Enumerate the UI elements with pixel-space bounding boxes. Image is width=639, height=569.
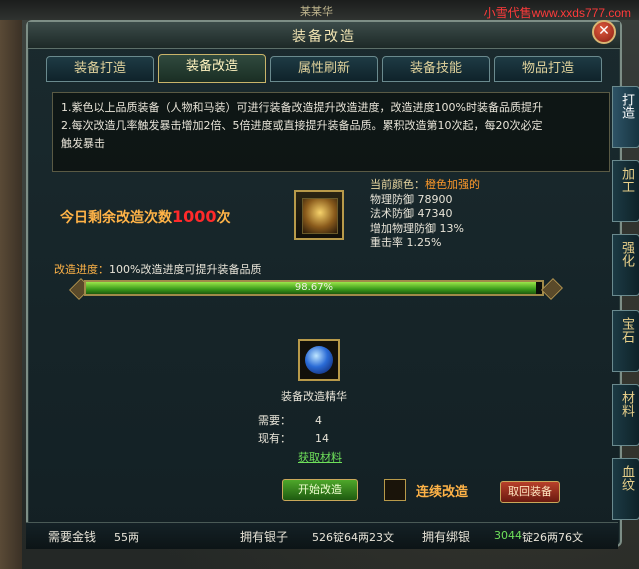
need-value: 4 <box>315 414 322 427</box>
currency-bar: 需要金钱 55两 拥有银子 526锭64两23文 拥有绑银 3044 锭26两7… <box>26 522 618 549</box>
gold-needed-value: 55两 <box>114 531 139 544</box>
equipment-slot[interactable] <box>294 190 344 240</box>
side-tab-material-label: 材料 <box>619 391 634 417</box>
player-name: 某某华 <box>300 5 333 18</box>
start-modify-button[interactable]: 开始改造 <box>282 479 358 501</box>
progress-hint: 100%改造进度可提升装备品质 <box>109 263 262 276</box>
silver-owned-value: 526锭64两23文 <box>312 531 394 544</box>
scene-wall <box>0 0 22 569</box>
armor-item-icon <box>302 198 338 234</box>
material-counts: 需要： 4 现有： 14 <box>258 412 329 448</box>
progress-label: 改造进度：100%改造进度可提升装备品质 <box>54 261 261 277</box>
tab-attribute-refresh[interactable]: 属性刷新 <box>270 56 378 82</box>
obtain-material-link[interactable]: 获取材料 <box>298 449 342 465</box>
side-tab-forge-label: 打造 <box>619 93 634 119</box>
remaining-prefix: 今日剩余改造次数 <box>60 210 172 226</box>
stat-line-3: 增加物理防御 13% <box>370 221 464 235</box>
progress-key: 改造进度： <box>54 263 109 276</box>
remaining-suffix: 次 <box>216 210 231 226</box>
progress-text: 98.67% <box>294 282 334 293</box>
tab-equipment-forge[interactable]: 装备打造 <box>46 56 154 82</box>
top-strip: 某某华 小雪代售www.xxds777.com <box>0 0 639 20</box>
remaining-number: 1000 <box>172 207 217 226</box>
silver-owned-label: 拥有银子 <box>240 530 289 544</box>
have-label: 现有： <box>258 432 291 445</box>
side-tab-gem-label: 宝石 <box>619 317 634 343</box>
bound-silver-number: 3044 <box>494 529 522 542</box>
description-box: 1.紫色以上品质装备（人物和马装）可进行装备改造提升改造进度，改造进度100%时… <box>52 92 610 172</box>
essence-gem-icon <box>305 346 333 374</box>
gold-needed-label: 需要金钱 <box>48 530 97 544</box>
bound-silver-rest: 锭26两76文 <box>522 531 583 544</box>
current-color-value: 橙色加强的 <box>425 178 480 191</box>
tab-equipment-skill[interactable]: 装备技能 <box>382 56 490 82</box>
item-stats: 当前颜色：橙色加强的 物理防御 78900 法术防御 47340 增加物理防御 … <box>370 178 480 251</box>
stat-line-2: 法术防御 47340 <box>370 207 453 220</box>
side-tab-bloodline[interactable]: 血纹 <box>612 458 639 520</box>
stat-line-4: 重击率 1.25% <box>370 236 442 249</box>
side-tab-enhance[interactable]: 强化 <box>612 234 639 296</box>
description-line-3: 触发暴击 <box>61 137 105 150</box>
side-tab-forge[interactable]: 打造 <box>612 86 639 148</box>
side-tab-gem[interactable]: 宝石 <box>612 310 639 372</box>
remaining-count: 今日剩余改造次数1000次 <box>60 207 231 227</box>
close-icon[interactable]: ✕ <box>592 20 616 44</box>
side-tab-enhance-label: 强化 <box>619 241 634 267</box>
window-titlebar[interactable]: 装备改造 ✕ <box>28 20 620 49</box>
continuous-modify-checkbox[interactable] <box>384 479 406 501</box>
material-name: 装备改造精华 <box>281 390 347 403</box>
tab-item-forge[interactable]: 物品打造 <box>494 56 602 82</box>
have-value: 14 <box>315 432 329 445</box>
watermark-text: 小雪代售www.xxds777.com <box>483 6 631 20</box>
description-line-1: 1.紫色以上品质装备（人物和马装）可进行装备改造提升改造进度，改造进度100%时… <box>61 101 543 114</box>
continuous-modify-label: 连续改造 <box>416 485 469 500</box>
side-tab-process-label: 加工 <box>619 167 634 193</box>
side-tab-process[interactable]: 加工 <box>612 160 639 222</box>
current-color-label: 当前颜色： <box>370 178 425 191</box>
retrieve-equipment-button[interactable]: 取回装备 <box>500 481 560 503</box>
description-line-2: 2.每次改造几率触发暴击增加2倍、5倍进度或直接提升装备品质。累积改造第10次起… <box>61 119 543 132</box>
need-label: 需要： <box>258 414 291 427</box>
side-tab-material[interactable]: 材料 <box>612 384 639 446</box>
side-tab-bloodline-label: 血纹 <box>619 465 634 491</box>
tab-equipment-modify[interactable]: 装备改造 <box>158 54 266 83</box>
bound-silver-label: 拥有绑银 <box>422 530 471 544</box>
window-title: 装备改造 <box>292 29 356 45</box>
progress-bar: 98.67% <box>84 280 544 296</box>
material-slot[interactable] <box>298 339 340 381</box>
stat-line-1: 物理防御 78900 <box>370 192 453 206</box>
